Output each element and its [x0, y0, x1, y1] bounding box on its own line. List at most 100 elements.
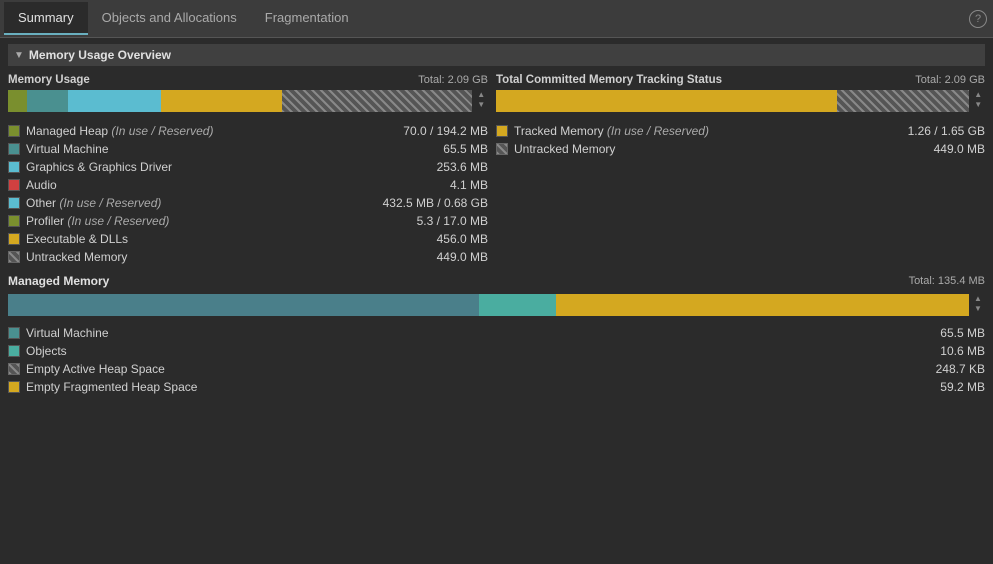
- managed-legend-name-objects: Objects: [26, 344, 885, 358]
- managed-bar-container: [8, 294, 969, 316]
- committed-memory-total: Total: 2.09 GB: [915, 74, 985, 86]
- committed-memory-title: Total Committed Memory Tracking Status: [496, 74, 722, 86]
- managed-legend-color-objects: [8, 345, 20, 357]
- committed-memory-panel: Total Committed Memory Tracking Status T…: [496, 74, 985, 266]
- legend-value-tracked: 1.26 / 1.65 GB: [885, 124, 985, 138]
- scroll-down-arrow[interactable]: ▼: [477, 100, 485, 110]
- managed-bar-row: ▲ ▼: [8, 294, 985, 316]
- legend-name-tracked: Tracked Memory (In use / Reserved): [514, 124, 885, 138]
- memory-usage-title: Memory Usage: [8, 74, 90, 86]
- managed-scroll-arrows[interactable]: ▲ ▼: [971, 294, 985, 313]
- legend-color-virtual-machine: [8, 143, 20, 155]
- legend-color-untracked: [8, 251, 20, 263]
- legend-value-profiler: 5.3 / 17.0 MB: [388, 214, 488, 228]
- two-col-layout: Memory Usage Total: 2.09 GB ▲ ▼: [8, 74, 985, 266]
- managed-legend-name-empty-fragmented: Empty Fragmented Heap Space: [26, 380, 885, 394]
- legend-item-audio: Audio 4.1 MB: [8, 176, 488, 194]
- legend-value-executable: 456.0 MB: [388, 232, 488, 246]
- legend-color-managed-heap: [8, 125, 20, 137]
- memory-usage-total: Total: 2.09 GB: [418, 74, 488, 86]
- managed-legend-value-empty-fragmented: 59.2 MB: [885, 380, 985, 394]
- legend-value-other: 432.5 MB / 0.68 GB: [383, 196, 488, 210]
- legend-item-untracked: Untracked Memory 449.0 MB: [8, 248, 488, 266]
- bar-teal: [27, 90, 69, 112]
- legend-name-audio: Audio: [26, 178, 388, 192]
- tab-objects-allocations[interactable]: Objects and Allocations: [88, 2, 251, 36]
- committed-bar-container: [496, 90, 969, 112]
- bar-yellow: [161, 90, 282, 112]
- legend-value-audio: 4.1 MB: [388, 178, 488, 192]
- legend-value-untracked: 449.0 MB: [388, 250, 488, 264]
- legend-item-untracked-committed: Untracked Memory 449.0 MB: [496, 140, 985, 158]
- managed-legend-value-vm: 65.5 MB: [885, 326, 985, 340]
- committed-memory-header: Total Committed Memory Tracking Status T…: [496, 74, 985, 86]
- memory-usage-overview-header: ▼ Memory Usage Overview: [8, 44, 985, 66]
- bar-yellow-committed: [496, 90, 837, 112]
- tab-fragmentation[interactable]: Fragmentation: [251, 2, 363, 36]
- managed-memory-header: Managed Memory Total: 135.4 MB: [8, 274, 985, 288]
- bar-hatched: [282, 90, 472, 112]
- legend-name-untracked-committed: Untracked Memory: [514, 142, 885, 156]
- legend-name-managed-heap: Managed Heap (In use / Reserved): [26, 124, 388, 138]
- committed-scroll-down[interactable]: ▼: [974, 100, 982, 110]
- legend-item-tracked: Tracked Memory (In use / Reserved) 1.26 …: [496, 122, 985, 140]
- bar-olive: [8, 90, 27, 112]
- legend-item-managed-heap: Managed Heap (In use / Reserved) 70.0 / …: [8, 122, 488, 140]
- legend-name-untracked: Untracked Memory: [26, 250, 388, 264]
- scroll-up-arrow[interactable]: ▲: [477, 90, 485, 100]
- managed-legend-name-empty-active: Empty Active Heap Space: [26, 362, 885, 376]
- tab-bar: Summary Objects and Allocations Fragment…: [0, 0, 993, 38]
- legend-item-virtual-machine: Virtual Machine 65.5 MB: [8, 140, 488, 158]
- managed-legend-objects: Objects 10.6 MB: [8, 342, 985, 360]
- managed-bar-dark-teal: [8, 294, 479, 316]
- managed-legend-color-vm: [8, 327, 20, 339]
- managed-scroll-down[interactable]: ▼: [974, 304, 982, 314]
- legend-color-executable: [8, 233, 20, 245]
- legend-name-profiler: Profiler (In use / Reserved): [26, 214, 388, 228]
- memory-usage-panel: Memory Usage Total: 2.09 GB ▲ ▼: [8, 74, 488, 266]
- managed-legend-empty-active: Empty Active Heap Space 248.7 KB: [8, 360, 985, 378]
- managed-legend-value-empty-active: 248.7 KB: [885, 362, 985, 376]
- bar-scroll-arrows[interactable]: ▲ ▼: [474, 90, 488, 109]
- legend-color-audio: [8, 179, 20, 191]
- memory-usage-header: Memory Usage Total: 2.09 GB: [8, 74, 488, 86]
- managed-legend-empty-fragmented: Empty Fragmented Heap Space 59.2 MB: [8, 378, 985, 396]
- managed-scroll-up[interactable]: ▲: [974, 294, 982, 304]
- legend-name-virtual-machine: Virtual Machine: [26, 142, 388, 156]
- committed-scroll-arrows[interactable]: ▲ ▼: [971, 90, 985, 109]
- managed-memory-section: Managed Memory Total: 135.4 MB ▲ ▼ Virtu…: [8, 274, 985, 396]
- legend-item-graphics: Graphics & Graphics Driver 253.6 MB: [8, 158, 488, 176]
- managed-bar-light-teal: [479, 294, 556, 316]
- managed-legend-color-empty-active: [8, 363, 20, 375]
- legend-value-untracked-committed: 449.0 MB: [885, 142, 985, 156]
- collapse-arrow[interactable]: ▼: [14, 50, 24, 61]
- legend-value-virtual-machine: 65.5 MB: [388, 142, 488, 156]
- main-content: ▼ Memory Usage Overview Memory Usage Tot…: [0, 38, 993, 564]
- legend-item-executable: Executable & DLLs 456.0 MB: [8, 230, 488, 248]
- legend-value-managed-heap: 70.0 / 194.2 MB: [388, 124, 488, 138]
- managed-bar-yellow: [556, 294, 969, 316]
- committed-legend: Tracked Memory (In use / Reserved) 1.26 …: [496, 122, 985, 158]
- section-title: Memory Usage Overview: [29, 48, 171, 62]
- legend-color-untracked-committed: [496, 143, 508, 155]
- legend-item-other: Other (In use / Reserved) 432.5 MB / 0.6…: [8, 194, 488, 212]
- help-button[interactable]: ?: [969, 10, 987, 28]
- legend-name-other: Other (In use / Reserved): [26, 196, 383, 210]
- bar-hatched-committed: [837, 90, 970, 112]
- managed-memory-total: Total: 135.4 MB: [909, 275, 985, 287]
- legend-color-profiler: [8, 215, 20, 227]
- tab-summary[interactable]: Summary: [4, 2, 88, 36]
- legend-value-graphics: 253.6 MB: [388, 160, 488, 174]
- managed-legend: Virtual Machine 65.5 MB Objects 10.6 MB …: [8, 324, 985, 396]
- managed-legend-vm: Virtual Machine 65.5 MB: [8, 324, 985, 342]
- legend-item-profiler: Profiler (In use / Reserved) 5.3 / 17.0 …: [8, 212, 488, 230]
- managed-legend-name-vm: Virtual Machine: [26, 326, 885, 340]
- legend-color-tracked: [496, 125, 508, 137]
- committed-bar-row: ▲ ▼: [496, 90, 985, 114]
- managed-legend-value-objects: 10.6 MB: [885, 344, 985, 358]
- legend-color-graphics: [8, 161, 20, 173]
- legend-name-executable: Executable & DLLs: [26, 232, 388, 246]
- memory-legend: Managed Heap (In use / Reserved) 70.0 / …: [8, 122, 488, 266]
- memory-bar-row: ▲ ▼: [8, 90, 488, 114]
- committed-scroll-up[interactable]: ▲: [974, 90, 982, 100]
